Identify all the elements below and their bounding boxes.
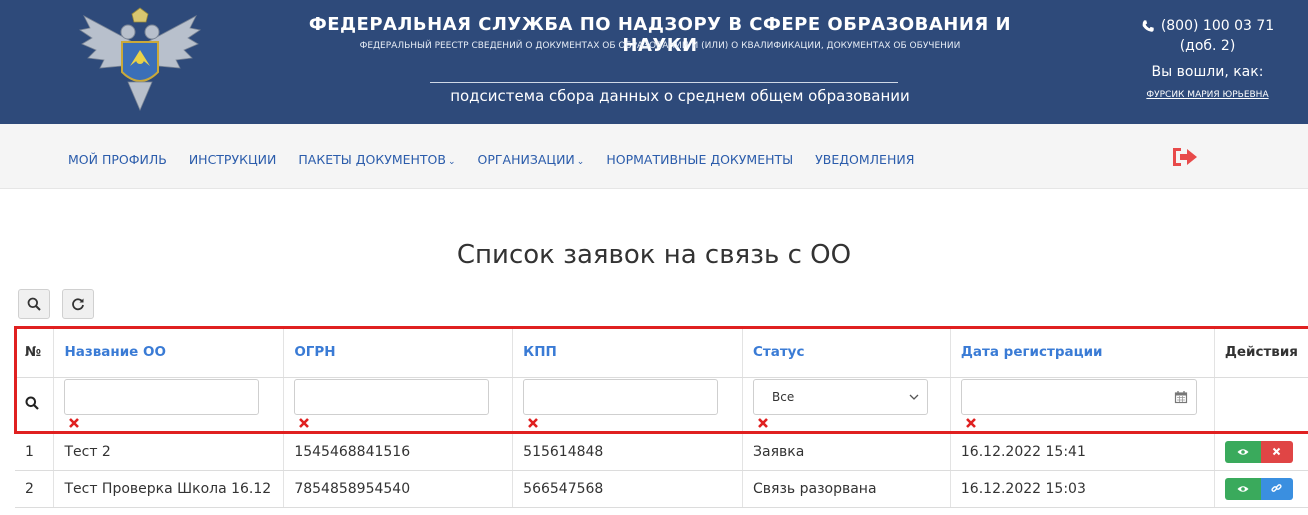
nav-item-label: НОРМАТИВНЫЕ ДОКУМЕНТЫ (606, 152, 794, 167)
col-header-num: № (15, 327, 54, 378)
logged-in-label: Вы вошли, как: (1151, 64, 1264, 80)
cell-date: 16.12.2022 15:41 (949, 433, 1215, 471)
cell-num: 2 (15, 470, 54, 508)
filter-name-input[interactable] (64, 379, 260, 415)
table-header-row: № Название ОО ОГРН КПП Статус Дата регис… (15, 327, 1308, 378)
cell-name: Тест Проверка Школа 16.12 (53, 470, 284, 508)
cell-status: Заявка (742, 433, 951, 471)
view-button[interactable] (1224, 477, 1261, 500)
cell-num: 1 (15, 433, 54, 471)
nav-items: МОЙ ПРОФИЛЬ ИНСТРУКЦИИ ПАКЕТЫ ДОКУМЕНТОВ… (68, 152, 936, 167)
view-button[interactable] (1224, 440, 1261, 463)
header-divider (430, 82, 898, 83)
filter-name-cell (53, 377, 284, 434)
eye-icon (1237, 485, 1249, 492)
calendar-icon[interactable] (1174, 390, 1188, 404)
nav-item-organizations[interactable]: ОРГАНИЗАЦИИ ⌄ (478, 152, 585, 167)
nav-item-label: ОРГАНИЗАЦИИ (477, 152, 575, 167)
clear-filter-icon[interactable] (527, 417, 539, 429)
filter-kpp-input[interactable] (523, 379, 719, 415)
row-actions (1224, 440, 1293, 463)
search-icon (25, 396, 39, 410)
contact-block: (800) 100 03 71 (доб. 2) Вы вошли, как: … (1120, 18, 1295, 100)
cell-kpp: 566547568 (512, 470, 743, 508)
date-filter-input[interactable] (960, 379, 1197, 415)
cell-name: Тест 2 (53, 433, 284, 471)
link-icon (1271, 484, 1282, 492)
phone-number[interactable]: (800) 100 03 71 (1161, 18, 1274, 34)
status-select-value: Все (772, 390, 795, 404)
clear-filter-icon[interactable] (298, 417, 310, 429)
search-toggle-button[interactable] (18, 289, 50, 319)
chevron-down-icon: ⌄ (576, 157, 585, 167)
table-row: 1 Тест 2 1545468841516 515614848 Заявка … (15, 433, 1308, 471)
col-header-kpp[interactable]: КПП (512, 327, 743, 378)
clear-filter-icon[interactable] (965, 417, 977, 429)
cell-ogrn: 1545468841516 (283, 433, 513, 471)
main-nav: МОЙ ПРОФИЛЬ ИНСТРУКЦИИ ПАКЕТЫ ДОКУМЕНТОВ… (0, 124, 1308, 189)
filter-ogrn-input[interactable] (294, 379, 490, 415)
cell-status: Связь разорвана (742, 470, 951, 508)
col-header-name[interactable]: Название ОО (53, 327, 284, 378)
col-header-ogrn[interactable]: ОГРН (283, 327, 513, 378)
filter-kpp-cell (512, 377, 743, 434)
eye-icon (1237, 448, 1249, 455)
search-icon (27, 297, 41, 311)
col-header-status[interactable]: Статус (742, 327, 951, 378)
cell-kpp: 515614848 (512, 433, 743, 471)
filter-date-cell (949, 377, 1215, 434)
nav-item-label: ИНСТРУКЦИИ (188, 152, 277, 167)
subsystem-title: подсистема сбора данных о среднем общем … (450, 87, 910, 105)
filter-ogrn-cell (283, 377, 513, 434)
refresh-icon (72, 298, 84, 311)
cell-date: 16.12.2022 15:03 (949, 470, 1215, 508)
link-button[interactable] (1260, 477, 1293, 500)
nav-item-label: УВЕДОМЛЕНИЯ (815, 152, 915, 167)
user-name-link[interactable]: ФУРСИК МАРИЯ ЮРЬЕВНА (1120, 90, 1295, 100)
nav-item-document-packages[interactable]: ПАКЕТЫ ДОКУМЕНТОВ ⌄ (298, 152, 455, 167)
nav-item-label: МОЙ ПРОФИЛЬ (68, 152, 167, 167)
filter-actions-cell (1213, 377, 1308, 434)
nav-item-label: ПАКЕТЫ ДОКУМЕНТОВ (298, 152, 446, 167)
page-title: Список заявок на связь с ОО (456, 240, 852, 270)
clear-filter-icon[interactable] (757, 417, 769, 429)
registry-subtitle: ФЕДЕРАЛЬНЫЙ РЕЕСТР СВЕДЕНИЙ О ДОКУМЕНТАХ… (359, 41, 961, 51)
chevron-down-icon: ⌄ (447, 157, 456, 167)
cell-actions (1213, 433, 1308, 471)
chevron-down-icon (909, 394, 919, 400)
table-row: 2 Тест Проверка Школа 16.12 785485895454… (15, 470, 1308, 508)
col-header-date[interactable]: Дата регистрации (949, 327, 1215, 378)
nav-item-my-profile[interactable]: МОЙ ПРОФИЛЬ (68, 152, 167, 167)
nav-item-notifications[interactable]: УВЕДОМЛЕНИЯ (815, 152, 914, 167)
cell-ogrn: 7854858954540 (283, 470, 513, 508)
clear-filter-icon[interactable] (68, 417, 80, 429)
requests-table: № Название ОО ОГРН КПП Статус Дата регис… (15, 327, 1308, 508)
close-icon (1273, 447, 1281, 456)
filter-row: Все (15, 377, 1308, 434)
delete-button[interactable] (1260, 440, 1293, 463)
filter-search-cell (15, 377, 54, 434)
site-header: ФЕДЕРАЛЬНАЯ СЛУЖБА ПО НАДЗОРУ В СФЕРЕ ОБ… (0, 0, 1308, 124)
nav-item-instructions[interactable]: ИНСТРУКЦИИ (189, 152, 277, 167)
phone-row: (800) 100 03 71 (1120, 18, 1295, 34)
emblem-logo (78, 7, 202, 112)
logout-icon[interactable] (1170, 146, 1200, 168)
cell-actions (1213, 470, 1308, 508)
phone-extension: (доб. 2) (1179, 38, 1236, 54)
refresh-button[interactable] (62, 289, 94, 319)
phone-icon (1142, 20, 1154, 32)
status-select[interactable]: Все (753, 379, 929, 415)
col-header-actions: Действия (1213, 327, 1308, 378)
nav-item-regulatory-documents[interactable]: НОРМАТИВНЫЕ ДОКУМЕНТЫ (606, 152, 793, 167)
filter-status-cell: Все (742, 377, 951, 434)
row-actions (1224, 477, 1293, 500)
